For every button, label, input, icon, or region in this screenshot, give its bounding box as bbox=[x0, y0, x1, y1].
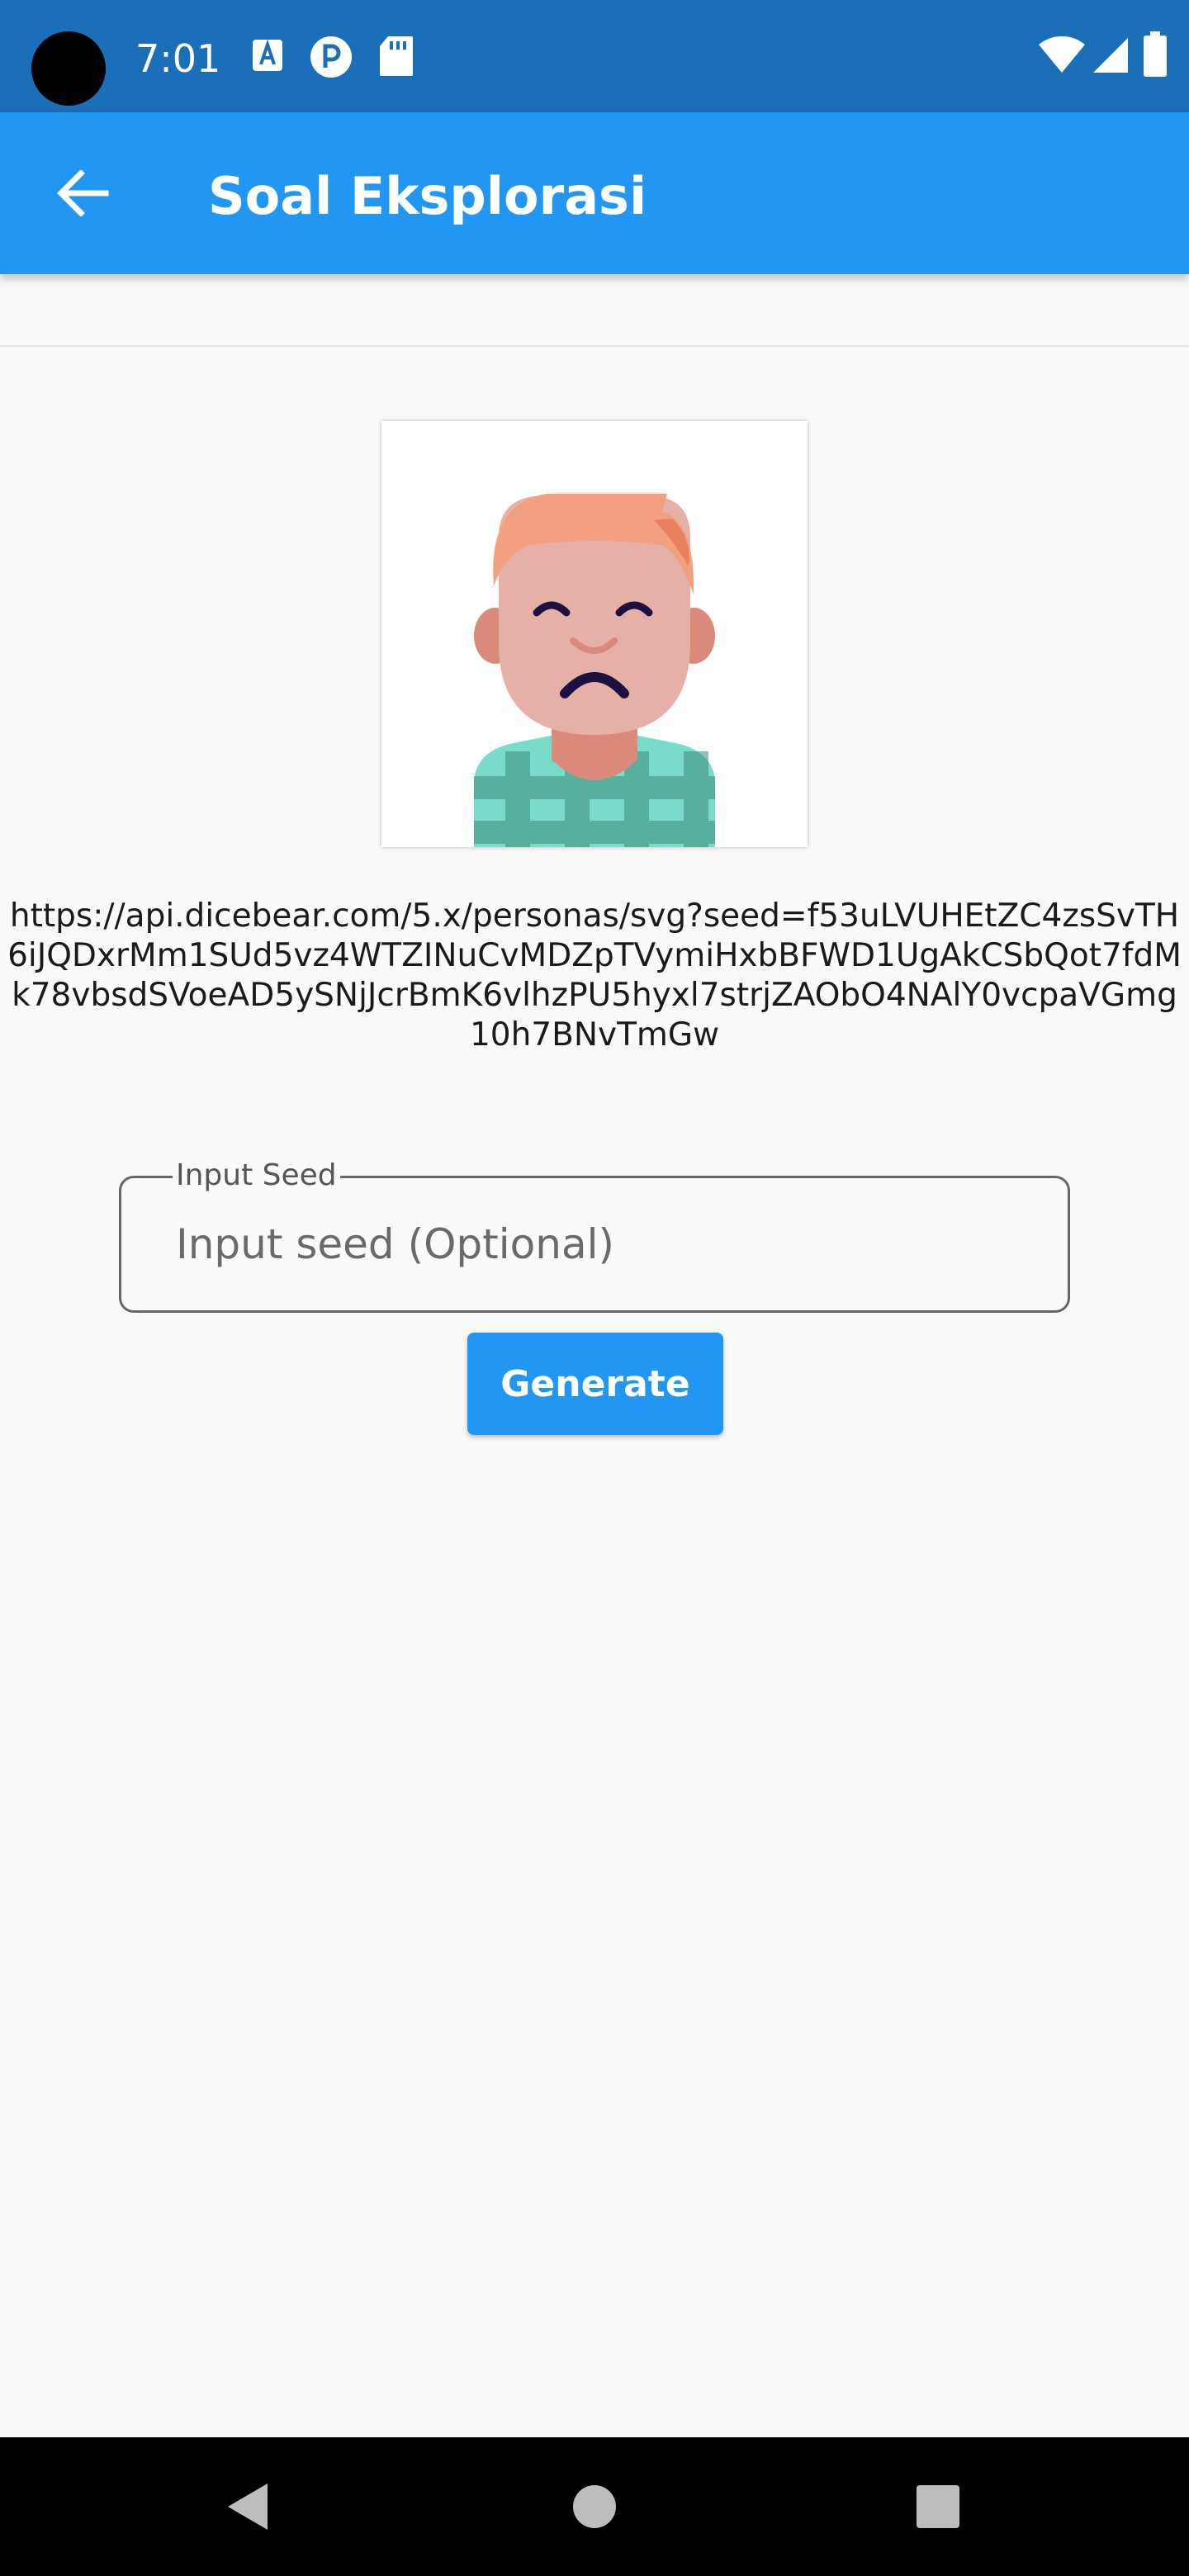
nav-recents-button[interactable] bbox=[897, 2465, 979, 2548]
sd-card-icon bbox=[380, 36, 413, 76]
avatar-image bbox=[381, 421, 808, 847]
nav-recents-icon bbox=[917, 2485, 959, 2528]
generate-button[interactable]: Generate bbox=[467, 1333, 723, 1435]
system-nav-bar bbox=[0, 2437, 1189, 2576]
nav-home-button[interactable] bbox=[553, 2465, 636, 2548]
arrow-back-icon bbox=[57, 170, 109, 216]
a-notification-icon bbox=[253, 39, 282, 71]
status-bar: 7:01 bbox=[0, 0, 1189, 112]
back-button[interactable] bbox=[48, 159, 117, 228]
p-notification-icon bbox=[310, 36, 352, 78]
page-title: Soal Eksplorasi bbox=[208, 166, 647, 226]
divider bbox=[0, 345, 1189, 347]
seed-input[interactable] bbox=[176, 1211, 1002, 1277]
seed-input-container[interactable]: Input Seed bbox=[119, 1157, 1070, 1313]
camera-cutout bbox=[31, 31, 106, 106]
persona-avatar-icon bbox=[381, 421, 808, 847]
battery-icon bbox=[1144, 31, 1167, 77]
app-bar: Soal Eksplorasi bbox=[0, 112, 1189, 274]
nav-home-icon bbox=[573, 2485, 616, 2528]
avatar-url-text: https://api.dicebear.com/5.x/personas/sv… bbox=[7, 897, 1182, 1054]
nav-back-button[interactable] bbox=[206, 2465, 289, 2548]
signal-icon bbox=[1093, 38, 1128, 73]
status-time: 7:01 bbox=[135, 36, 221, 81]
seed-input-label: Input Seed bbox=[173, 1157, 340, 1195]
wifi-icon bbox=[1039, 36, 1085, 73]
nav-back-icon bbox=[228, 2484, 268, 2530]
